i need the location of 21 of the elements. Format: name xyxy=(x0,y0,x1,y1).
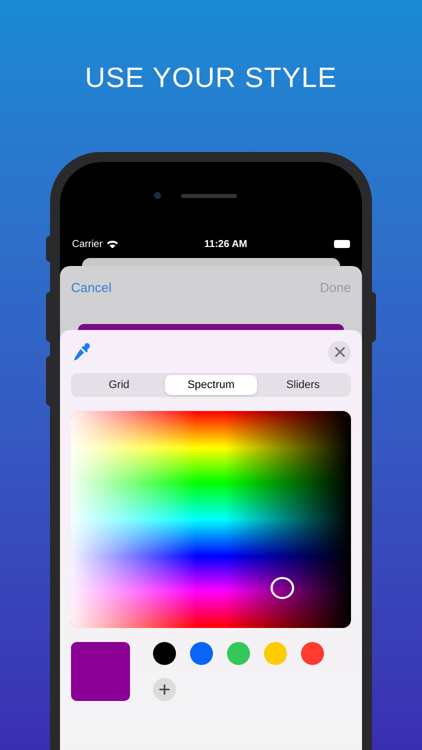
color-swatch[interactable] xyxy=(264,642,287,665)
segment-tab[interactable]: Sliders xyxy=(257,375,349,395)
camera-icon xyxy=(154,192,161,199)
color-swatch[interactable] xyxy=(301,642,324,665)
headline: USE YOUR STYLE xyxy=(84,61,338,95)
wifi-icon xyxy=(106,240,118,248)
segment-tab[interactable]: Spectrum xyxy=(165,375,257,395)
battery-icon xyxy=(334,240,350,248)
segment-tab[interactable]: Grid xyxy=(73,375,165,395)
add-color-button[interactable] xyxy=(153,678,176,701)
plus-icon xyxy=(159,684,170,695)
eyedropper-icon[interactable] xyxy=(71,342,91,362)
color-swatch[interactable] xyxy=(190,642,213,665)
clock-time: 11:26 AM xyxy=(204,238,248,252)
color-spectrum[interactable] xyxy=(71,411,351,628)
color-swatch[interactable] xyxy=(153,642,176,665)
close-icon xyxy=(334,347,344,357)
carrier-label: Carrier xyxy=(72,238,103,252)
color-swatch[interactable] xyxy=(227,642,250,665)
close-button[interactable] xyxy=(328,340,351,364)
speaker-icon xyxy=(181,194,237,198)
